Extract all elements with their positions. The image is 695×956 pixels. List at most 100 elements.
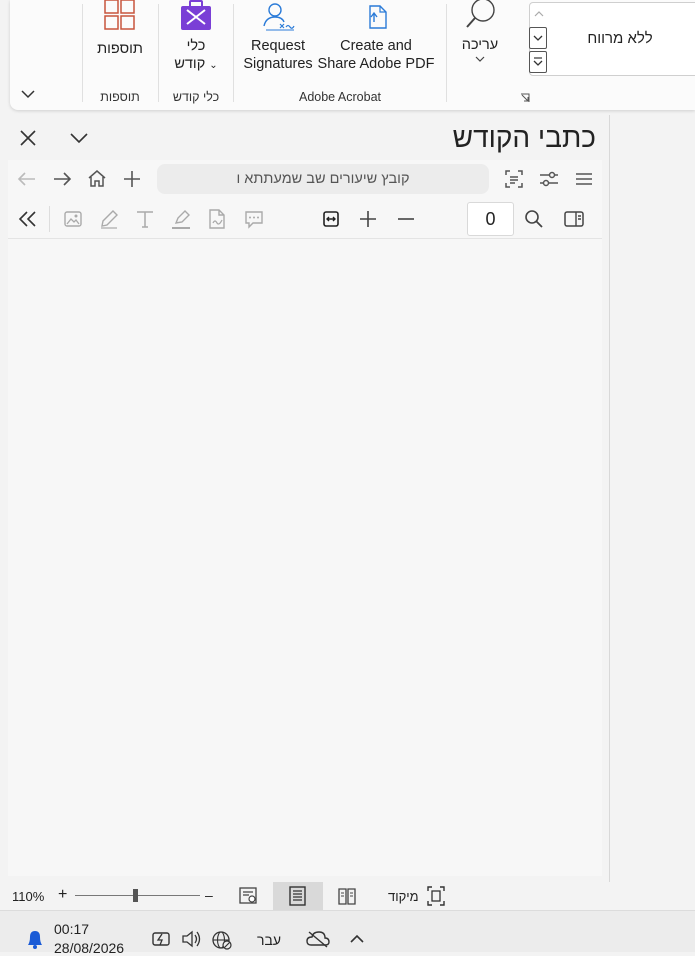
- minus-icon: [398, 218, 414, 220]
- style-item-label: ללא מרווח: [587, 30, 653, 47]
- ribbon-separator: [158, 4, 159, 102]
- print-layout-icon: [289, 886, 306, 906]
- scan-text-icon: [505, 170, 523, 188]
- toolbar-divider: [49, 206, 50, 232]
- hamburger-icon: [576, 173, 592, 185]
- language-indicator[interactable]: עבר: [257, 932, 281, 948]
- clock-date[interactable]: 28/08/2026: [54, 940, 124, 956]
- network-button[interactable]: [210, 929, 234, 951]
- comment-button[interactable]: [242, 207, 266, 231]
- notification-button[interactable]: [24, 927, 46, 951]
- addins-button[interactable]: תוספות: [88, 0, 152, 80]
- more-icon: [533, 57, 543, 66]
- edit-label: עריכה: [461, 37, 499, 53]
- address-bar[interactable]: קובץ שיעורים שב שמעתתא ו: [157, 164, 489, 194]
- signature-icon: [263, 3, 295, 31]
- zoom-in-button[interactable]: [356, 207, 380, 231]
- kodesh-tools-label-1: כלי: [186, 38, 206, 54]
- search-icon: [525, 210, 543, 228]
- home-button[interactable]: [85, 167, 109, 191]
- gallery-scroll-up[interactable]: [530, 4, 548, 24]
- bell-icon: [28, 931, 42, 949]
- plus-icon: [124, 171, 140, 187]
- fit-width-icon: [323, 211, 339, 227]
- plus-icon: [360, 211, 376, 227]
- settings-sliders-button[interactable]: [537, 167, 561, 191]
- chevron-up-icon: [350, 934, 364, 943]
- edit-button[interactable]: עריכה: [455, 0, 505, 80]
- zoom-slider-thumb[interactable]: [132, 889, 138, 902]
- fit-width-button[interactable]: [319, 207, 343, 231]
- forward-button[interactable]: [49, 167, 75, 191]
- dialog-launcher-icon: [521, 93, 530, 102]
- sidebar-icon: [564, 211, 584, 227]
- group-label-kodesh-tools: כלי קודש: [172, 90, 220, 104]
- zoom-minus-button[interactable]: –: [205, 887, 213, 903]
- kodesh-tools-label-2: קודש ⌄: [166, 55, 226, 75]
- print-layout-button[interactable]: [273, 882, 323, 910]
- onedrive-button[interactable]: [305, 929, 331, 949]
- request-sig-label-1: Request: [250, 38, 305, 54]
- pane-close-button[interactable]: [16, 126, 40, 150]
- addins-label: תוספות: [97, 41, 143, 57]
- add-image-button[interactable]: [61, 207, 85, 231]
- reader-mode-button[interactable]: [502, 167, 526, 191]
- create-share-pdf-button[interactable]: Create and Share Adobe PDF: [314, 0, 438, 80]
- create-share-label-2: Share Adobe PDF: [317, 56, 435, 72]
- sign-button[interactable]: [205, 207, 229, 231]
- pdf-share-icon: [369, 5, 387, 29]
- image-icon: [64, 211, 82, 227]
- kodesh-tools-label-2-text: קודש: [174, 56, 206, 72]
- gallery-scroll-down[interactable]: [529, 27, 547, 49]
- status-bar: 110% + – מיקוד: [0, 882, 695, 910]
- chevron-down-icon: [70, 133, 88, 144]
- page-number-input[interactable]: 0: [467, 202, 514, 236]
- show-hidden-icons-button[interactable]: [346, 929, 368, 949]
- kodesh-tools-button[interactable]: כלי קודש ⌄: [166, 0, 226, 80]
- ribbon-separator: [233, 4, 234, 102]
- close-icon: [20, 130, 36, 146]
- volume-button[interactable]: [180, 929, 204, 949]
- double-chevron-left-icon: [18, 211, 36, 227]
- battery-button[interactable]: [150, 929, 174, 949]
- clock-time[interactable]: 00:17: [54, 921, 89, 937]
- group-label-adobe-acrobat: Adobe Acrobat: [298, 90, 381, 104]
- book-icon: [338, 888, 356, 905]
- request-sig-label-2: Signatures: [243, 56, 313, 72]
- web-layout-button[interactable]: [237, 885, 259, 907]
- gallery-more[interactable]: [529, 51, 547, 73]
- new-tab-button[interactable]: [120, 167, 144, 191]
- zoom-slider-track[interactable]: [75, 895, 200, 896]
- ribbon-separator: [446, 4, 447, 102]
- pdf-viewer-canvas[interactable]: [8, 160, 602, 876]
- text-icon: [137, 211, 153, 228]
- draw-button[interactable]: [97, 207, 121, 231]
- collapse-toolbar-button[interactable]: [15, 207, 41, 231]
- styles-dialog-launcher[interactable]: [519, 92, 531, 104]
- toolbox-icon: [181, 0, 211, 30]
- request-signatures-button[interactable]: Request Signatures: [242, 0, 314, 80]
- focus-mode-button[interactable]: מיקוד: [388, 885, 448, 907]
- search-magnifier-icon: [466, 0, 495, 28]
- chevron-down-icon: [475, 56, 485, 62]
- style-item-no-spacing[interactable]: ללא מרווח: [550, 5, 690, 73]
- battery-charging-icon: [152, 932, 170, 946]
- ribbon-collapse-button[interactable]: [16, 84, 40, 104]
- back-button[interactable]: [14, 167, 40, 191]
- address-text: קובץ שיעורים שב שמעתתא ו: [236, 171, 410, 187]
- zoom-plus-button[interactable]: +: [58, 886, 67, 904]
- sidebar-toggle-button[interactable]: [562, 207, 586, 231]
- home-icon: [88, 170, 106, 187]
- speaker-icon: [182, 930, 201, 948]
- menu-button[interactable]: [572, 167, 596, 191]
- chevron-down-icon: [21, 90, 35, 99]
- highlight-button[interactable]: [169, 207, 193, 231]
- find-button[interactable]: [522, 207, 546, 231]
- zoom-percent[interactable]: 110%: [12, 889, 44, 904]
- zoom-out-button[interactable]: [394, 207, 418, 231]
- read-mode-button[interactable]: [336, 885, 358, 907]
- add-text-button[interactable]: [133, 207, 157, 231]
- taskbar: 00:17 28/08/2026 עבר: [0, 910, 695, 956]
- pane-options-button[interactable]: [66, 126, 92, 150]
- chevron-down-icon: ⌄: [209, 60, 218, 71]
